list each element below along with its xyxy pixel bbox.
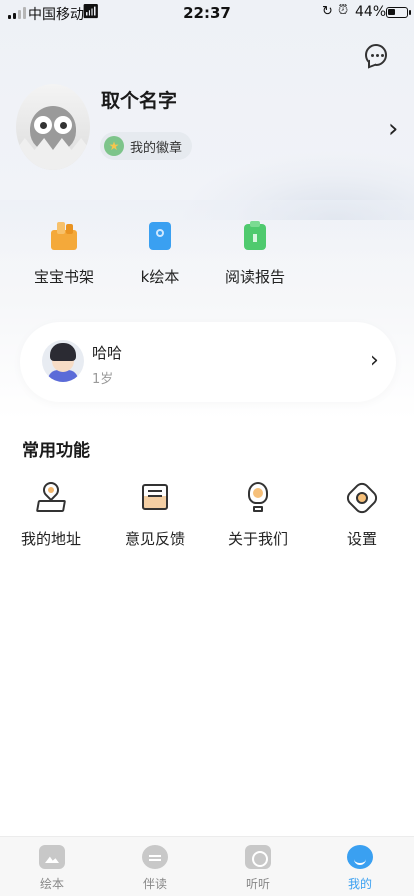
function-about-us[interactable]: 关于我们: [213, 482, 303, 549]
function-feedback[interactable]: 意见反馈: [110, 482, 200, 549]
report-icon: [240, 220, 270, 252]
tab-listen[interactable]: 听听: [223, 845, 293, 892]
settings-gear-icon: [343, 479, 381, 517]
battery-percentage: 44%: [355, 4, 387, 20]
badge-label: 我的徽章: [130, 140, 183, 156]
companion-read-tab-icon: [142, 845, 168, 869]
picture-book-tab-icon: [39, 845, 65, 869]
status-bar: 中国移动 📶︎ 22:37 ↻ ⏰︎ 44%: [0, 0, 414, 26]
star-medal-icon: ★: [104, 136, 124, 156]
listen-tab-icon: [245, 845, 271, 869]
tab-label: 听听: [245, 877, 270, 891]
shortcut-label: 阅读报告: [224, 268, 285, 286]
chat-bubble-icon[interactable]: [365, 44, 387, 66]
battery-icon: [386, 7, 411, 18]
shortcut-label: k绘本: [140, 268, 180, 286]
tab-label: 我的: [347, 877, 372, 891]
function-label: 关于我们: [227, 530, 288, 548]
my-badges-button[interactable]: ★ 我的徽章: [100, 132, 193, 160]
function-label: 设置: [346, 530, 377, 548]
status-time: 22:37: [183, 4, 231, 22]
child-age: 1岁: [92, 372, 114, 387]
picture-book-icon: [145, 220, 175, 252]
rotation-lock-icon: ↻: [322, 4, 333, 19]
location-pin-icon: [35, 478, 67, 514]
feedback-envelope-icon: [139, 482, 171, 514]
function-settings[interactable]: 设置: [317, 479, 407, 549]
owl-eye-left: [34, 116, 52, 134]
child-avatar: [42, 340, 84, 382]
child-profile-card[interactable]: 哈哈 1岁 ›: [20, 322, 396, 402]
tab-label: 伴读: [142, 877, 167, 891]
tab-mine[interactable]: 我的: [325, 845, 395, 892]
battery-fill: [388, 9, 395, 15]
profile-name[interactable]: 取个名字: [101, 86, 177, 113]
tab-label: 绘本: [39, 877, 64, 891]
function-label: 意见反馈: [124, 530, 185, 548]
shortcut-label: 宝宝书架: [33, 268, 94, 286]
function-my-address[interactable]: 我的地址: [6, 478, 96, 549]
shortcut-reading-report[interactable]: 阅读报告: [205, 220, 305, 287]
tab-companion-read[interactable]: 伴读: [120, 845, 190, 892]
profile-page: 中国移动 📶︎ 22:37 ↻ ⏰︎ 44% 取个名字 ★ 我的徽章 › 宝宝书…: [0, 0, 414, 896]
shortcut-bookshelf[interactable]: 宝宝书架: [14, 220, 114, 287]
bookshelf-icon: [49, 220, 79, 252]
section-title: 常用功能: [22, 441, 90, 461]
bottom-tab-bar: 绘本 伴读 听听 我的: [0, 836, 414, 896]
profile-tab-icon: [347, 845, 373, 869]
function-label: 我的地址: [20, 530, 81, 548]
chevron-right-icon[interactable]: ›: [388, 114, 398, 144]
tab-picture-book[interactable]: 绘本: [17, 845, 87, 892]
owl-eye-right: [54, 116, 72, 134]
alarm-icon: ⏰︎: [338, 3, 349, 18]
child-name: 哈哈: [92, 344, 123, 362]
shortcut-picture-book[interactable]: k绘本: [110, 220, 210, 287]
lightbulb-icon: [242, 482, 274, 514]
chevron-right-icon: ›: [370, 348, 379, 373]
avatar[interactable]: [16, 84, 90, 170]
